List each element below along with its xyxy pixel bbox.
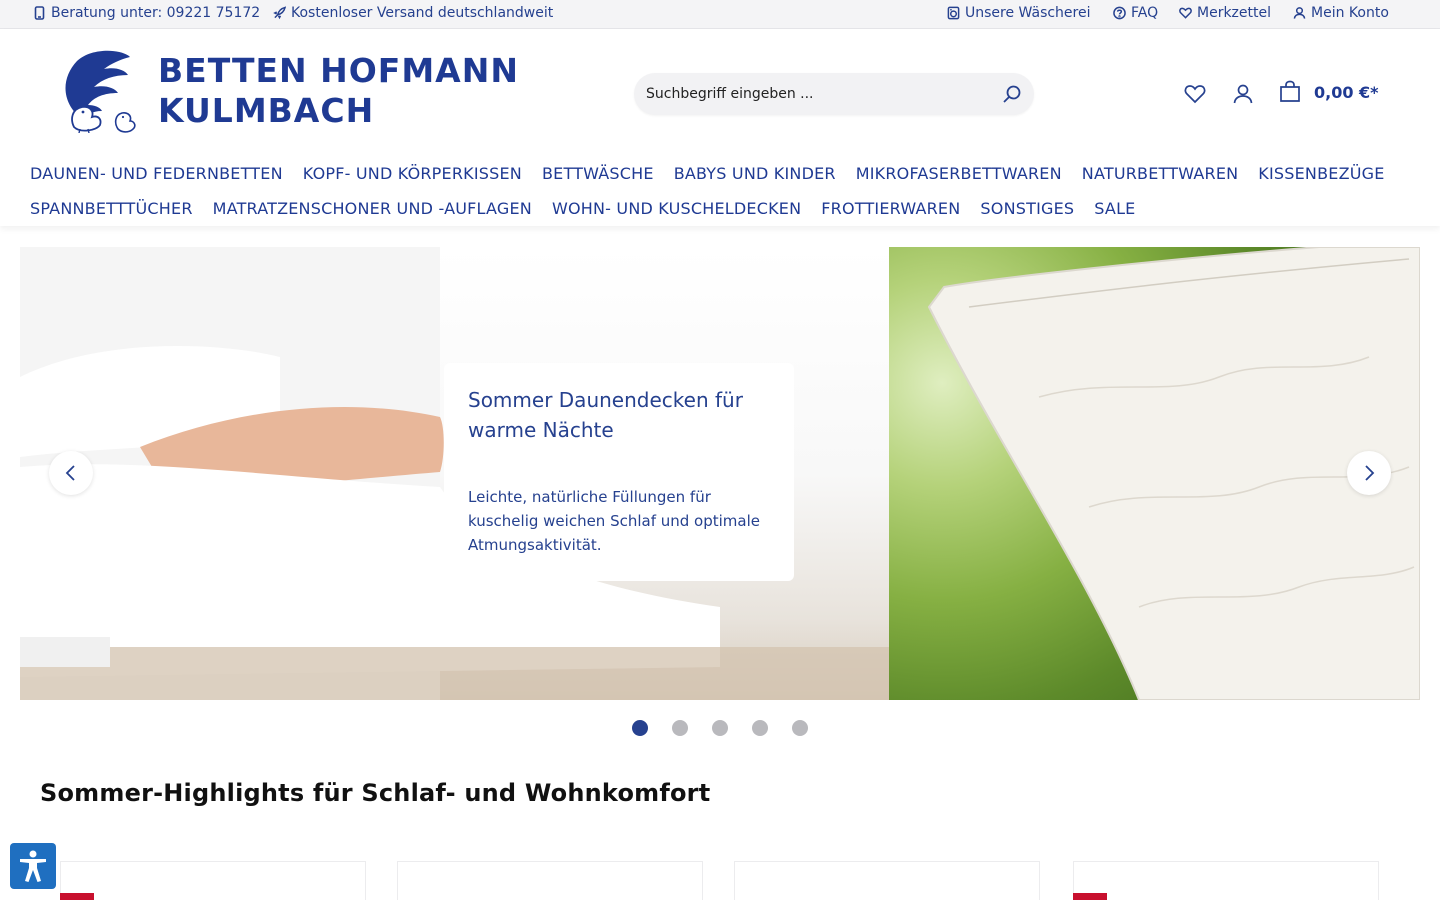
slider-dots — [632, 720, 808, 736]
heart-icon — [1179, 7, 1192, 19]
main-nav-row-2: SPANNBETTTÜCHER MATRATZENSCHONER UND -AU… — [30, 199, 1136, 218]
slider-next-button[interactable] — [1347, 451, 1391, 495]
section-title: Sommer-Highlights für Schlaf- und Wohnko… — [40, 779, 711, 807]
search-input[interactable] — [646, 86, 1002, 102]
slider-dot-3[interactable] — [712, 720, 728, 736]
account-user-icon[interactable] — [1231, 82, 1255, 106]
product-card-2[interactable] — [397, 861, 703, 900]
product-card-4[interactable] — [1073, 861, 1379, 900]
wishlist-label: Merkzettel — [1197, 5, 1271, 21]
nav-item-babys[interactable]: BABYS UND KINDER — [674, 164, 836, 183]
sale-badge — [60, 893, 94, 900]
slide-image-bedroom: Sommer Daunendecken für warme Nächte Lei… — [20, 247, 889, 700]
logo[interactable]: BETTEN HOFMANN KULMBACH — [52, 49, 519, 133]
user-icon — [1293, 7, 1306, 19]
faq-label: FAQ — [1131, 5, 1159, 21]
slider-prev-button[interactable] — [49, 451, 93, 495]
faq-link[interactable]: FAQ — [1113, 5, 1158, 21]
shipping-info: Kostenloser Versand deutschlandweit — [273, 5, 553, 21]
nav-item-daunen[interactable]: DAUNEN- UND FEDERNBETTEN — [30, 164, 283, 183]
nav-item-natur[interactable]: NATURBETTWAREN — [1082, 164, 1239, 183]
search-icon[interactable] — [1002, 84, 1022, 104]
logo-text: BETTEN HOFMANN KULMBACH — [158, 51, 519, 131]
account-link[interactable]: Mein Konto — [1293, 5, 1389, 21]
slide-caption: Sommer Daunendecken für warme Nächte Lei… — [444, 363, 794, 581]
nav-item-sonstiges[interactable]: SONSTIGES — [980, 199, 1074, 218]
nav-item-mikrofaser[interactable]: MIKROFASERBETTWAREN — [856, 164, 1062, 183]
slider-dot-2[interactable] — [672, 720, 688, 736]
nav-item-matratzenschoner[interactable]: MATRATZENSCHONER UND -AUFLAGEN — [213, 199, 532, 218]
feather-birds-logo-icon — [65, 50, 136, 133]
laundry-label: Unsere Wäscherei — [965, 5, 1091, 21]
slide-image-duvet — [889, 247, 1420, 700]
account-label: Mein Konto — [1311, 5, 1389, 21]
chevron-right-icon — [1365, 465, 1375, 481]
nav-item-wohndecken[interactable]: WOHN- UND KUSCHELDECKEN — [552, 199, 801, 218]
nav-item-sale[interactable]: SALE — [1094, 199, 1135, 218]
nav-item-bettwaesche[interactable]: BETTWÄSCHE — [542, 164, 654, 183]
sale-badge — [1073, 893, 1107, 900]
nav-item-kissenbezuege[interactable]: KISSENBEZÜGE — [1258, 164, 1384, 183]
phone-text: Beratung unter: 09221 75172 — [51, 5, 261, 21]
main-nav-row-1: DAUNEN- UND FEDERNBETTEN KOPF- UND KÖRPE… — [30, 164, 1385, 183]
nav-item-kopfkissen[interactable]: KOPF- UND KÖRPERKISSEN — [303, 164, 522, 183]
phone-icon — [34, 6, 45, 20]
cart-total[interactable]: 0,00 €* — [1314, 83, 1379, 102]
slider-dot-5[interactable] — [792, 720, 808, 736]
rocket-icon — [273, 6, 286, 20]
duvet-image — [927, 247, 1420, 700]
wishlist-heart-icon[interactable] — [1183, 82, 1207, 106]
nav-item-spannbetttuecher[interactable]: SPANNBETTTÜCHER — [30, 199, 193, 218]
wishlist-link[interactable]: Merkzettel — [1179, 5, 1271, 21]
shopping-bag-icon[interactable] — [1278, 80, 1302, 104]
header: BETTEN HOFMANN KULMBACH 0,00 €* DAUNEN- … — [0, 29, 1440, 226]
chevron-left-icon — [65, 465, 75, 481]
top-bar: Beratung unter: 09221 75172 Kostenloser … — [0, 0, 1440, 29]
nav-item-frottier[interactable]: FROTTIERWAREN — [821, 199, 960, 218]
slider-dot-1[interactable] — [632, 720, 648, 736]
phone-info[interactable]: Beratung unter: 09221 75172 — [33, 5, 260, 21]
laundry-link[interactable]: Unsere Wäscherei — [947, 5, 1091, 21]
accessibility-icon — [20, 850, 46, 882]
shipping-text: Kostenloser Versand deutschlandweit — [291, 5, 554, 21]
accessibility-button[interactable] — [10, 843, 56, 889]
logo-line-2: KULMBACH — [158, 91, 375, 130]
washing-machine-icon — [947, 6, 960, 20]
slider-dot-4[interactable] — [752, 720, 768, 736]
help-icon — [1113, 6, 1126, 20]
logo-line-1: BETTEN HOFMANN — [158, 51, 519, 90]
hero-slider: Sommer Daunendecken für warme Nächte Lei… — [20, 247, 1420, 700]
slide-text: Leichte, natürliche Füllungen für kusche… — [468, 488, 761, 554]
slide-heading: Sommer Daunendecken für warme Nächte — [468, 388, 743, 442]
search-bar — [634, 73, 1034, 115]
product-card-3[interactable] — [734, 861, 1040, 900]
product-card-1[interactable] — [60, 861, 366, 900]
